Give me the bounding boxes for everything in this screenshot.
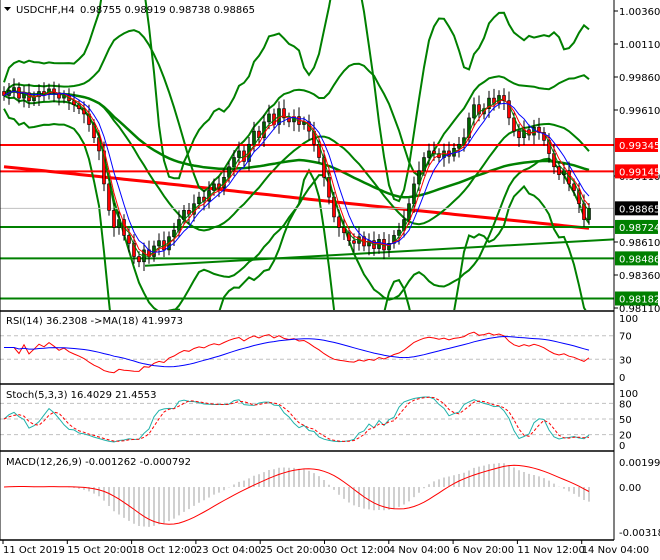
candle <box>22 85 26 108</box>
time-tick-label: 4 Nov 04:00 <box>389 545 450 556</box>
candle <box>442 143 446 167</box>
macd-title: MACD(12,26,9) -0.001262 -0.000792 <box>6 457 191 468</box>
time-tick-label: 6 Nov 20:00 <box>453 545 514 556</box>
support-price-tag-text: 0.98724 <box>619 223 660 234</box>
price-tick-label: 0.98360 <box>619 271 660 282</box>
stoch-tick-label: 20 <box>619 431 632 442</box>
rsi-ma-line <box>4 335 590 368</box>
macd-pane[interactable]: MACD(12,26,9) -0.001262 -0.000792 <box>3 457 590 527</box>
rsi-pane[interactable]: RSI(14) 36.2308 ->MA(18) 41.9973 <box>0 316 614 374</box>
bollinger-lower <box>3 94 590 310</box>
triangle-down-icon[interactable] <box>4 7 11 11</box>
candle <box>142 242 146 272</box>
rsi-tick-label: 30 <box>619 355 632 366</box>
time-tick-label: 18 Oct 12:00 <box>132 545 197 556</box>
candle <box>12 78 16 98</box>
rsi-line <box>4 331 590 374</box>
candle <box>367 233 371 256</box>
rsi-tick-label: 70 <box>619 332 632 343</box>
macd-tick-label: 0.00 <box>619 483 641 494</box>
support-price-tag-text: 0.98486 <box>619 254 660 265</box>
symbol-label: USDCHF,H4 <box>16 5 75 16</box>
rsi-title: RSI(14) 36.2308 ->MA(18) 41.9973 <box>6 316 183 327</box>
candle <box>67 88 71 110</box>
price-pane[interactable] <box>0 0 614 439</box>
time-tick-label: 25 Oct 20:00 <box>260 545 325 556</box>
candle <box>537 117 541 140</box>
time-tick-label: 15 Oct 20:00 <box>67 545 132 556</box>
candle <box>292 109 296 132</box>
price-tick-label: 0.99860 <box>619 73 660 84</box>
chart-header: USDCHF,H4 0.98755 0.98919 0.98738 0.9886… <box>4 5 255 16</box>
stoch-pane[interactable]: Stoch(5,3,3) 16.4029 21.4553 <box>0 390 614 443</box>
trading-chart[interactable]: RSI(14) 36.2308 ->MA(18) 41.9973 Stoch(5… <box>0 0 660 560</box>
resistance-price-tag-text: 0.99145 <box>619 167 660 178</box>
candle <box>147 240 151 264</box>
rsi-tick-label: 0 <box>619 373 625 384</box>
stoch-title: Stoch(5,3,3) 16.4029 21.4553 <box>6 390 157 401</box>
current-price-tag-text: 0.98865 <box>619 204 660 215</box>
support-price-tag-text: 0.98182 <box>619 294 660 305</box>
candle <box>257 125 261 143</box>
price-tick-label: 0.98610 <box>619 238 660 249</box>
price-tick-label: 1.00360 <box>619 7 660 18</box>
candle <box>392 230 396 249</box>
stoch-tick-label: 80 <box>619 399 632 410</box>
stoch-tick-label: 100 <box>619 389 638 400</box>
macd-tick-label: 0.001996 <box>619 458 660 469</box>
time-tick-label: 23 Oct 04:00 <box>196 545 261 556</box>
candle <box>457 137 461 158</box>
time-tick-label: 11 Nov 12:00 <box>517 545 584 556</box>
candle <box>287 112 291 128</box>
time-tick-label: 30 Oct 12:00 <box>325 545 390 556</box>
stoch-tick-label: 0 <box>619 441 625 452</box>
time-tick-label: 14 Nov 04:00 <box>582 545 649 556</box>
rsi-tick-label: 100 <box>619 314 638 325</box>
candle <box>542 127 546 146</box>
time-tick-label: 11 Oct 2019 <box>3 545 65 556</box>
candle <box>42 82 46 102</box>
candle <box>2 86 6 101</box>
resistance-price-tag-text: 0.99345 <box>619 141 660 152</box>
price-tick-label: 1.00110 <box>619 40 660 51</box>
price-tick-label: 0.99610 <box>619 106 660 117</box>
ohlc-label: 0.98755 0.98919 0.98738 0.98865 <box>80 5 255 16</box>
macd-signal-line <box>3 464 590 525</box>
price-plot <box>0 0 614 310</box>
stoch-tick-label: 50 <box>619 415 632 426</box>
macd-tick-label: -0.003189 <box>619 528 660 539</box>
ma-long-red <box>3 165 590 230</box>
